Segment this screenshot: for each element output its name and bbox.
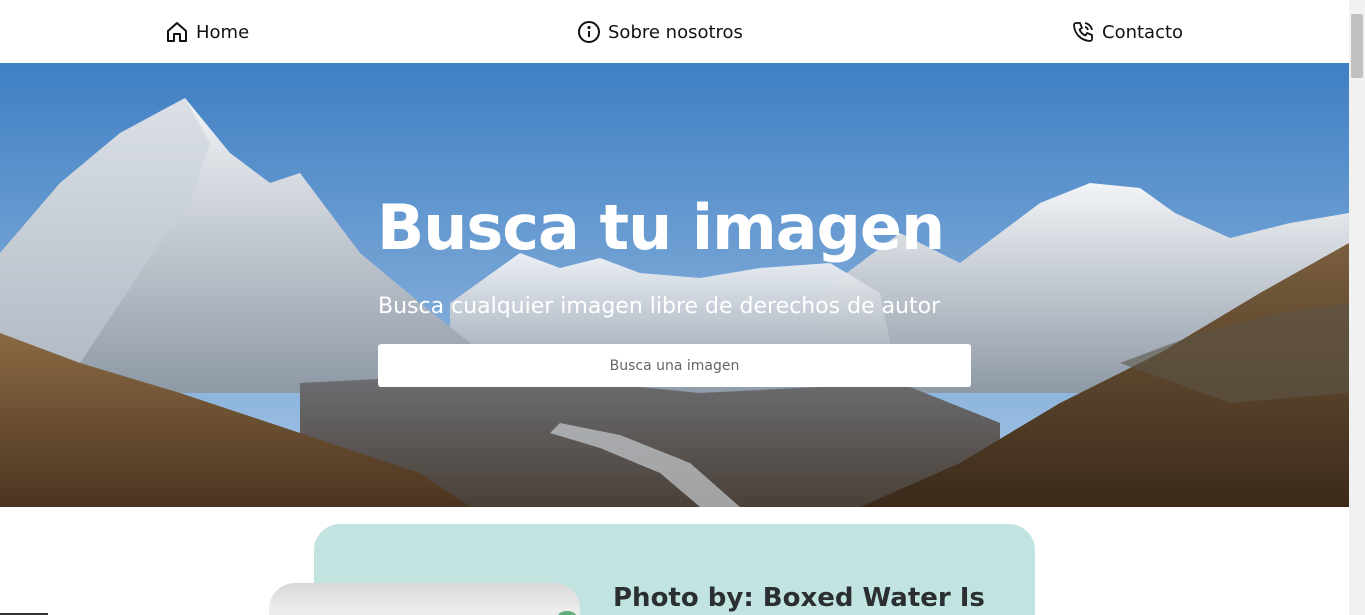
home-icon <box>167 22 187 42</box>
page-scrollbar[interactable] <box>1349 0 1365 615</box>
card-photo[interactable] <box>269 583 580 615</box>
card-title: Photo by: Boxed Water Is <box>613 583 985 613</box>
nav-contact-label: Contacto <box>1102 21 1184 43</box>
photo-detail <box>558 611 576 615</box>
nav-about-label: Sobre nosotros <box>608 21 743 43</box>
nav-home-label: Home <box>196 21 250 43</box>
hero-title: Busca tu imagen <box>377 191 945 264</box>
phone-icon <box>1073 22 1093 42</box>
hero-subtitle: Busca cualquier imagen libre de derechos… <box>378 294 941 319</box>
hero-mountain-image <box>0 63 1349 507</box>
search-input[interactable] <box>378 344 971 387</box>
nav-about-link[interactable]: Sobre nosotros <box>577 19 743 45</box>
top-nav: Home Sobre nosotros Contacto <box>0 0 1349 63</box>
nav-contact-link[interactable]: Contacto <box>1071 19 1183 45</box>
hero-section: Busca tu imagen Busca cualquier imagen l… <box>0 63 1349 507</box>
info-icon <box>578 21 600 43</box>
scrollbar-thumb[interactable] <box>1351 14 1363 78</box>
nav-home-link[interactable]: Home <box>165 19 249 45</box>
